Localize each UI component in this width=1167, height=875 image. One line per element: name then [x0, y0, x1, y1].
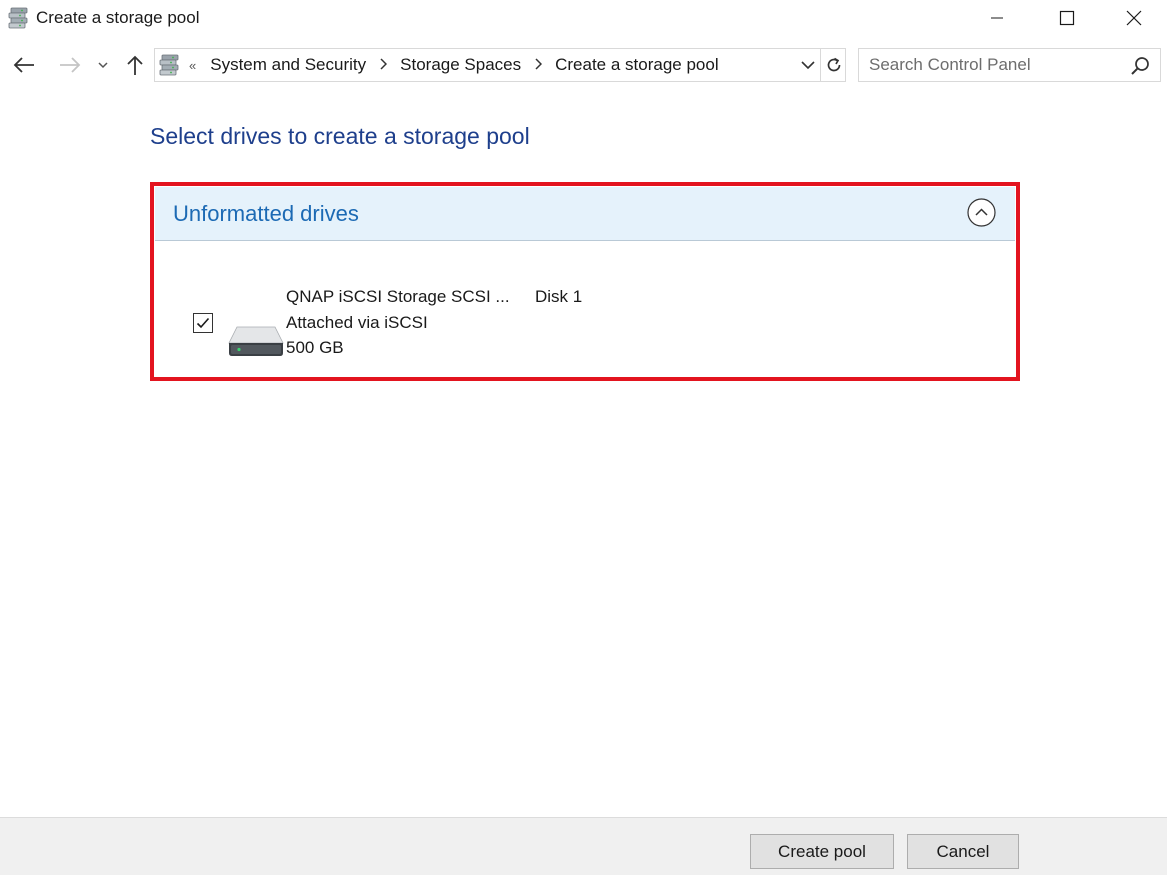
drive-checkbox[interactable] [193, 313, 213, 333]
chevron-right-icon [535, 58, 543, 70]
breadcrumb-storage-spaces[interactable]: Storage Spaces [400, 55, 521, 75]
minimize-button[interactable] [962, 0, 1032, 36]
refresh-button[interactable] [820, 49, 846, 81]
breadcrumb-separator[interactable] [533, 55, 543, 75]
unformatted-drives-group: Unformatted drives QNAP iSCSI Storage SC… [155, 187, 1015, 376]
group-title: Unformatted drives [173, 201, 359, 226]
minimize-icon [991, 17, 1003, 19]
storage-spaces-icon [8, 7, 28, 29]
chevron-down-icon [801, 60, 815, 69]
drive-disk-number: Disk 1 [535, 287, 583, 306]
recent-locations-button[interactable] [92, 50, 114, 80]
refresh-icon [827, 57, 840, 72]
back-button[interactable] [10, 50, 38, 80]
breadcrumb-create-a-storage-pool[interactable]: Create a storage pool [555, 55, 719, 75]
cancel-button[interactable]: Cancel [907, 834, 1019, 869]
close-button[interactable] [1100, 0, 1167, 36]
maximize-button[interactable] [1032, 0, 1102, 36]
window-title: Create a storage pool [36, 8, 200, 27]
arrow-up-icon [127, 55, 143, 75]
footer-bar: Create pool Cancel [0, 817, 1167, 875]
hard-drive-icon [228, 326, 284, 356]
search-box[interactable] [858, 48, 1161, 82]
address-bar[interactable]: « System and Security Storage Spaces Cre… [154, 48, 846, 82]
chevron-right-icon [380, 58, 388, 70]
create-pool-button[interactable]: Create pool [750, 834, 894, 869]
maximize-icon [1059, 10, 1075, 26]
breadcrumb-system-and-security[interactable]: System and Security [210, 55, 366, 75]
breadcrumb-overflow-button[interactable]: « [189, 58, 196, 73]
chevron-down-icon [98, 62, 108, 69]
checkmark-icon [196, 317, 210, 329]
search-input[interactable] [859, 49, 1129, 81]
create-storage-pool-window: Create a storage pool « System and Secur… [0, 0, 1167, 875]
collapse-chevron-up-icon[interactable] [967, 198, 996, 227]
breadcrumb-separator[interactable] [378, 55, 388, 75]
title-bar: Create a storage pool [0, 0, 1167, 36]
arrow-right-icon [60, 57, 81, 73]
search-icon[interactable] [1129, 55, 1151, 77]
drive-name: QNAP iSCSI Storage SCSI ... [286, 287, 510, 306]
up-button[interactable] [121, 50, 149, 80]
drive-size: 500 GB [286, 338, 344, 357]
close-icon [1126, 10, 1141, 26]
page-heading: Select drives to create a storage pool [150, 123, 530, 149]
arrow-left-icon [13, 57, 34, 73]
forward-button[interactable] [56, 50, 84, 80]
address-history-dropdown[interactable] [797, 49, 819, 81]
storage-spaces-icon [159, 54, 179, 76]
group-header[interactable]: Unformatted drives [155, 187, 1015, 241]
navigation-bar: « System and Security Storage Spaces Cre… [0, 44, 1167, 86]
drive-connection: Attached via iSCSI [286, 313, 428, 332]
breadcrumb: « System and Security Storage Spaces Cre… [189, 49, 719, 81]
